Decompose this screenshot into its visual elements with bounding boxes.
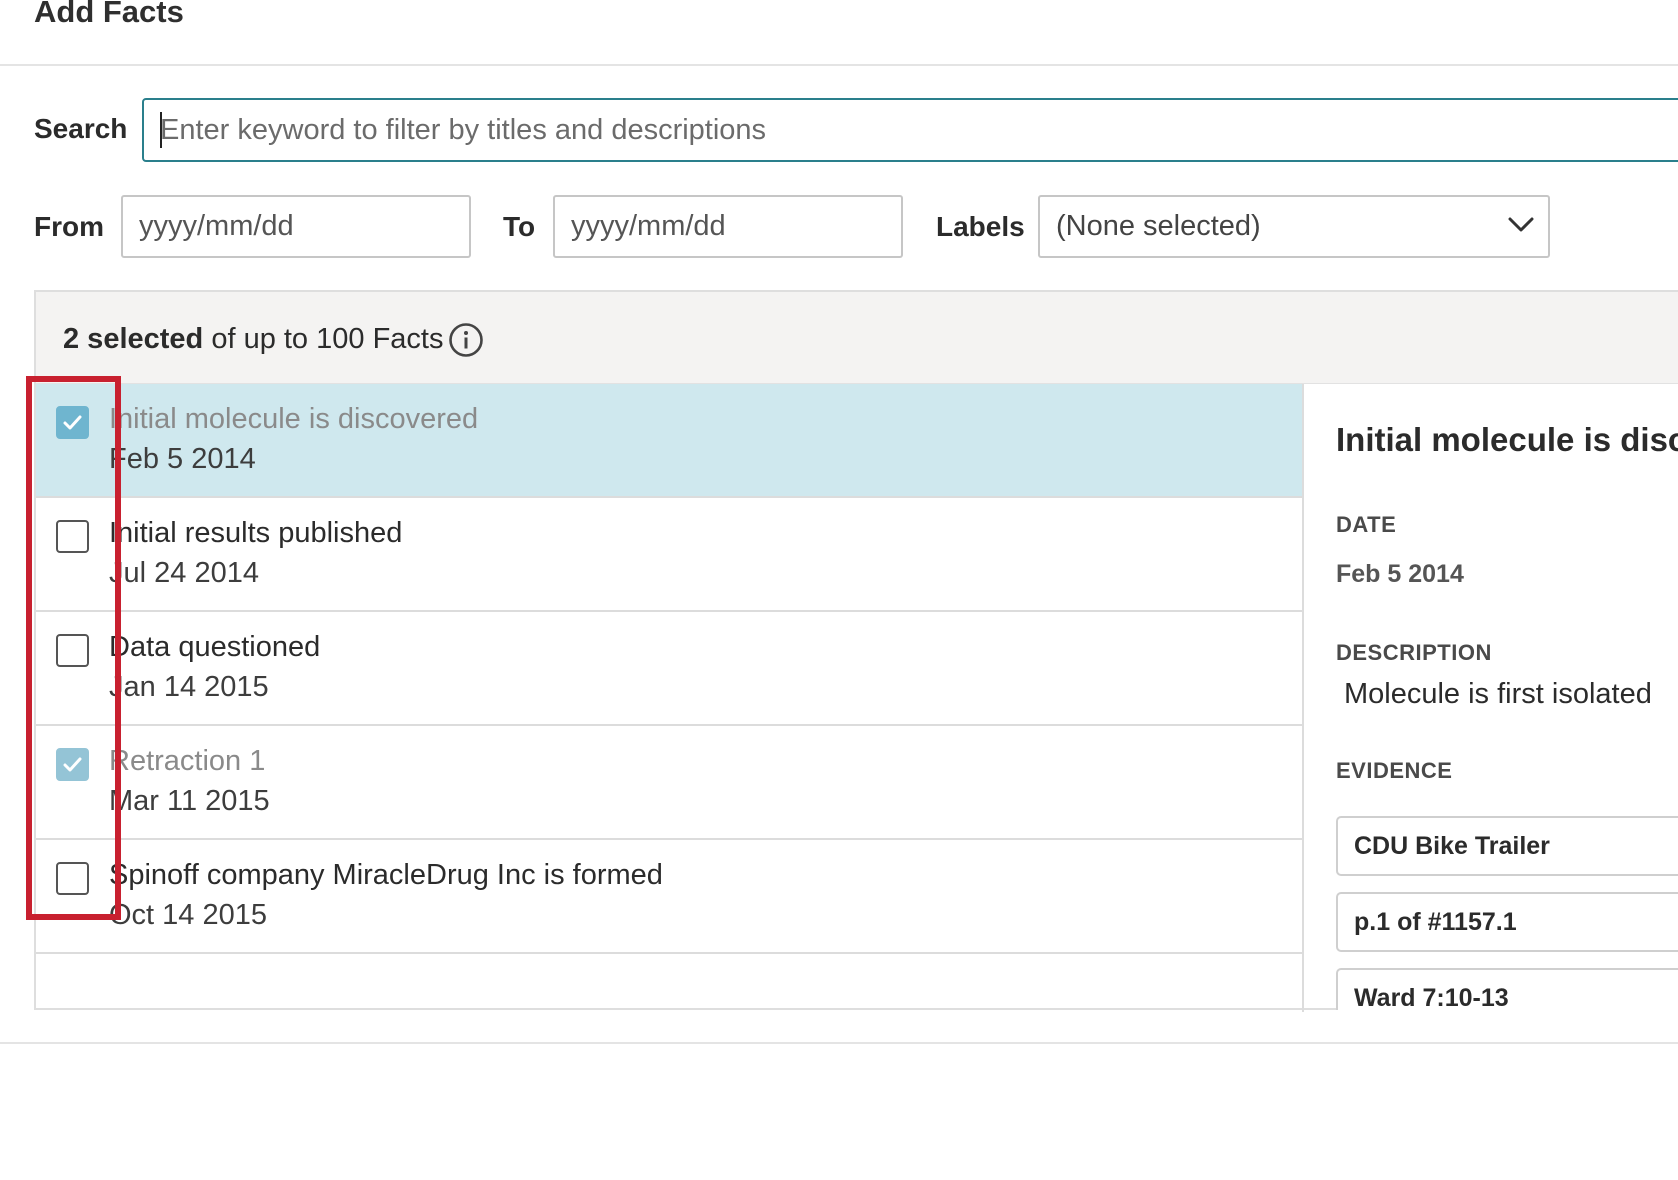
description-caption: DESCRIPTION — [1336, 640, 1492, 665]
detail-description: Molecule is first isolated — [1344, 678, 1652, 710]
list-item[interactable]: Spinoff company MiracleDrug Inc is forme… — [36, 840, 1302, 954]
fact-title: Spinoff company MiracleDrug Inc is forme… — [109, 859, 663, 891]
text-caret — [160, 112, 162, 148]
checkmark-icon — [63, 757, 82, 772]
dialog-title: Add Facts — [34, 0, 184, 29]
search-input[interactable] — [142, 98, 1678, 162]
info-icon[interactable] — [448, 322, 484, 358]
list-item[interactable]: Initial results published Jul 24 2014 — [36, 498, 1302, 612]
selection-limit-text: of up to 100 Facts — [203, 323, 444, 355]
facts-panel: 2 selected of up to 100 Facts Initial mo… — [34, 290, 1678, 1012]
selection-count: 2 selected of up to 100 Facts — [63, 322, 443, 356]
fact-date: Jul 24 2014 — [109, 557, 259, 589]
fact-date: Oct 14 2015 — [109, 899, 267, 931]
facts-list: Initial molecule is discovered Feb 5 201… — [36, 384, 1302, 1008]
chevron-down-icon — [1508, 217, 1534, 232]
date-caption: DATE — [1336, 512, 1397, 537]
add-facts-dialog: Add Facts Search From To Labels (None se… — [0, 0, 1678, 1180]
list-item[interactable]: Data questioned Jan 14 2015 — [36, 612, 1302, 726]
from-label: From — [34, 211, 104, 242]
panel-divider — [1302, 384, 1304, 1012]
fact-title: Initial molecule is discovered — [109, 403, 479, 435]
selection-summary-bar: 2 selected of up to 100 Facts — [36, 292, 1678, 384]
checkmark-icon — [63, 415, 82, 430]
evidence-item[interactable]: p.1 of #1157.1 — [1336, 892, 1678, 952]
fact-title: Initial results published — [109, 517, 403, 549]
fact-checkbox[interactable] — [56, 748, 89, 781]
labels-label: Labels — [936, 211, 1025, 242]
from-date-input[interactable] — [121, 195, 471, 258]
labels-select[interactable]: (None selected) — [1038, 195, 1550, 258]
list-item[interactable]: Retraction 1 Mar 11 2015 — [36, 726, 1302, 840]
fact-checkbox[interactable] — [56, 862, 89, 895]
fact-checkbox[interactable] — [56, 520, 89, 553]
fact-checkbox[interactable] — [56, 406, 89, 439]
search-label: Search — [34, 113, 128, 144]
fact-checkbox[interactable] — [56, 634, 89, 667]
fact-detail-pane: Initial molecule is disco DATE Feb 5 201… — [1336, 384, 1678, 1010]
evidence-item[interactable]: CDU Bike Trailer — [1336, 816, 1678, 876]
fact-date: Jan 14 2015 — [109, 671, 269, 703]
selected-count: 2 selected — [63, 323, 204, 355]
list-item[interactable]: Initial molecule is discovered Feb 5 201… — [36, 384, 1302, 498]
fact-date: Feb 5 2014 — [109, 443, 256, 475]
footer-divider — [0, 1042, 1678, 1044]
fact-title: Data questioned — [109, 631, 321, 663]
detail-title: Initial molecule is disco — [1336, 421, 1678, 458]
labels-select-value: (None selected) — [1056, 210, 1261, 242]
to-date-input[interactable] — [553, 195, 903, 258]
fact-date: Mar 11 2015 — [109, 785, 270, 817]
fact-title: Retraction 1 — [109, 745, 266, 777]
to-label: To — [503, 211, 536, 242]
evidence-caption: EVIDENCE — [1336, 758, 1453, 783]
header-divider — [0, 64, 1678, 66]
detail-date: Feb 5 2014 — [1336, 560, 1464, 588]
evidence-item[interactable]: Ward 7:10-13 — [1336, 968, 1678, 1010]
